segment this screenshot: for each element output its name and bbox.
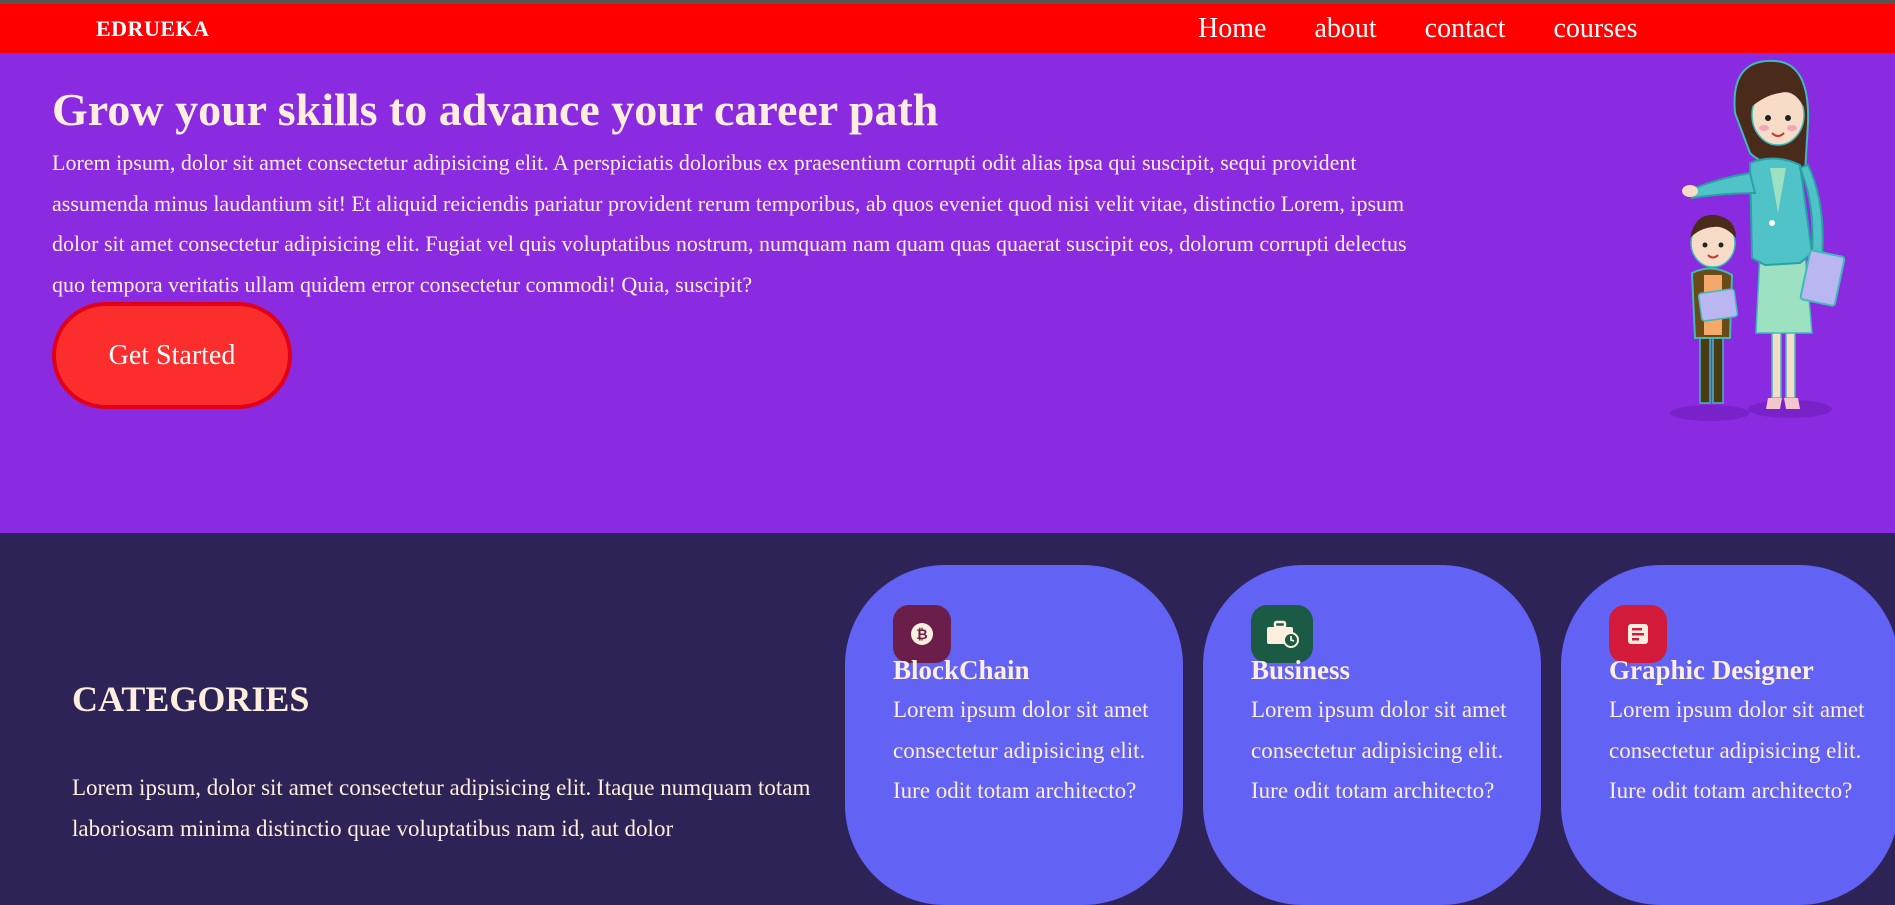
category-card-blockchain[interactable]: ₿ BlockChain Lorem ipsum dolor sit amet … (845, 565, 1183, 905)
card-title: BlockChain (893, 655, 1030, 685)
hero-description: Lorem ipsum, dolor sit amet consectetur … (52, 150, 1407, 297)
category-card-business[interactable]: Business Lorem ipsum dolor sit amet cons… (1203, 565, 1541, 905)
get-started-button[interactable]: Get Started (52, 302, 292, 409)
navbar: EDRUEKA Home about contact courses (0, 4, 1895, 53)
nav-home-link[interactable]: Home (1198, 12, 1266, 46)
categories-title: CATEGORIES (72, 679, 310, 719)
card-title: Graphic Designer (1609, 655, 1814, 685)
card-title: Business (1251, 655, 1351, 685)
svg-text:₿: ₿ (916, 627, 927, 643)
category-card-graphic-designer[interactable]: Graphic Designer Lorem ipsum dolor sit a… (1561, 565, 1895, 905)
nav-about-link[interactable]: about (1314, 12, 1376, 46)
hero-section: Grow your skills to advance your career … (0, 53, 1895, 533)
card-description: Lorem ipsum dolor sit amet consectetur a… (1609, 697, 1865, 803)
card-description: Lorem ipsum dolor sit amet consectetur a… (1251, 697, 1507, 803)
nav-courses-link[interactable]: courses (1554, 12, 1638, 46)
nav-contact-link[interactable]: contact (1425, 12, 1506, 46)
brand-logo[interactable]: EDRUEKA (96, 16, 210, 42)
hero-title: Grow your skills to advance your career … (52, 84, 939, 135)
teacher-student-illustration (1670, 59, 1846, 421)
categories-description: Lorem ipsum, dolor sit amet consectetur … (72, 775, 811, 841)
card-description: Lorem ipsum dolor sit amet consectetur a… (893, 697, 1149, 803)
nav-links: Home about contact courses (1198, 12, 1685, 46)
